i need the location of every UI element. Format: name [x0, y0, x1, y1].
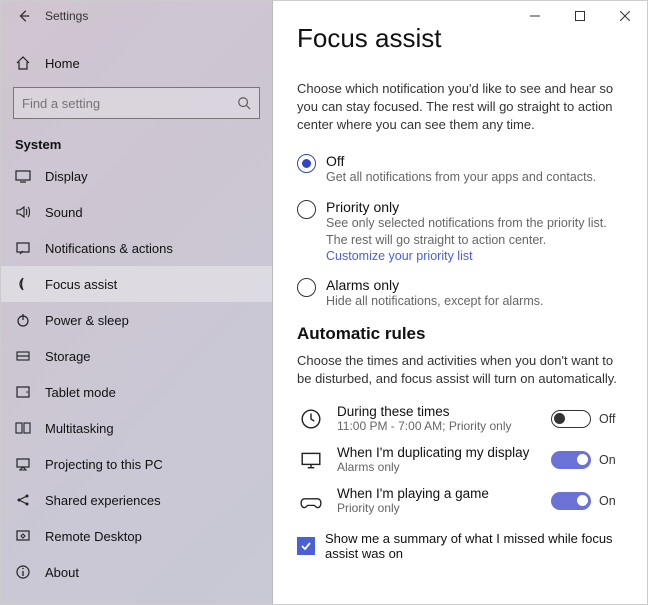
rules-header: Automatic rules — [297, 324, 623, 344]
radio-off[interactable]: Off Get all notifications from your apps… — [297, 153, 623, 186]
close-icon — [620, 11, 630, 21]
sidebar-item-label: Remote Desktop — [45, 529, 142, 544]
rules-desc: Choose the times and activities when you… — [297, 352, 623, 388]
toggle-state: On — [599, 453, 623, 467]
sidebar-item-label: Storage — [45, 349, 91, 364]
rule-sub: Alarms only — [337, 460, 539, 474]
sidebar-item-storage[interactable]: Storage — [1, 338, 272, 374]
rule-sub: 11:00 PM - 7:00 AM; Priority only — [337, 419, 539, 433]
sidebar-item-label: Focus assist — [45, 277, 117, 292]
monitor-icon — [297, 449, 325, 471]
sidebar-item-sound[interactable]: Sound — [1, 194, 272, 230]
radio-priority[interactable]: Priority only See only selected notifica… — [297, 199, 623, 263]
close-button[interactable] — [602, 1, 647, 31]
window-title: Settings — [45, 9, 88, 23]
power-icon — [15, 312, 31, 328]
sidebar-item-label: Projecting to this PC — [45, 457, 163, 472]
home-icon — [15, 55, 31, 71]
rule-title: During these times — [337, 404, 539, 419]
radio-icon — [297, 154, 316, 173]
radio-title: Priority only — [326, 199, 623, 215]
sidebar-item-label: Tablet mode — [45, 385, 116, 400]
toggle-state: On — [599, 494, 623, 508]
rule-display[interactable]: When I'm duplicating my display Alarms o… — [297, 439, 623, 480]
search-input[interactable] — [22, 96, 237, 111]
sidebar: Settings Home System Display Sound Notif… — [1, 1, 273, 604]
sidebar-item-multitasking[interactable]: Multitasking — [1, 410, 272, 446]
rule-game-toggle[interactable] — [551, 492, 591, 510]
sidebar-item-projecting[interactable]: Projecting to this PC — [1, 446, 272, 482]
rule-game[interactable]: When I'm playing a game Priority only On — [297, 480, 623, 521]
rule-sub: Priority only — [337, 501, 539, 515]
content-pane: Focus assist Choose which notification y… — [273, 1, 647, 604]
summary-checkbox-row[interactable]: Show me a summary of what I missed while… — [297, 531, 623, 561]
section-header: System — [1, 129, 272, 158]
minimize-icon — [530, 11, 540, 21]
rule-title: When I'm playing a game — [337, 486, 539, 501]
radio-icon — [297, 278, 316, 297]
sidebar-item-label: Shared experiences — [45, 493, 161, 508]
arrow-left-icon — [17, 9, 31, 23]
sidebar-item-display[interactable]: Display — [1, 158, 272, 194]
rule-title: When I'm duplicating my display — [337, 445, 539, 460]
toggle-state: Off — [599, 412, 623, 426]
page-intro: Choose which notification you'd like to … — [297, 80, 623, 135]
back-button[interactable] — [9, 1, 39, 31]
home-label: Home — [45, 56, 80, 71]
sidebar-item-tablet[interactable]: Tablet mode — [1, 374, 272, 410]
radio-sub: See only selected notifications from the… — [326, 215, 623, 249]
radio-title: Alarms only — [326, 277, 543, 293]
sidebar-item-power[interactable]: Power & sleep — [1, 302, 272, 338]
rule-display-toggle[interactable] — [551, 451, 591, 469]
radio-sub: Hide all notifications, except for alarm… — [326, 293, 543, 310]
projecting-icon — [15, 456, 31, 472]
sidebar-item-notifications[interactable]: Notifications & actions — [1, 230, 272, 266]
multitasking-icon — [15, 420, 31, 436]
rule-times-toggle[interactable] — [551, 410, 591, 428]
tablet-icon — [15, 384, 31, 400]
about-icon — [15, 564, 31, 580]
storage-icon — [15, 348, 31, 364]
sound-icon — [15, 204, 31, 220]
search-icon — [237, 96, 251, 110]
window-controls — [512, 1, 647, 31]
search-box[interactable] — [13, 87, 260, 119]
sidebar-item-remote[interactable]: Remote Desktop — [1, 518, 272, 554]
clock-icon — [297, 408, 325, 430]
rule-times[interactable]: During these times 11:00 PM - 7:00 AM; P… — [297, 398, 623, 439]
remote-icon — [15, 528, 31, 544]
radio-sub: Get all notifications from your apps and… — [326, 169, 596, 186]
shared-icon — [15, 492, 31, 508]
game-icon — [297, 490, 325, 512]
sidebar-item-about[interactable]: About — [1, 554, 272, 590]
sidebar-item-label: Display — [45, 169, 88, 184]
maximize-icon — [575, 11, 585, 21]
home-nav[interactable]: Home — [1, 45, 272, 81]
sidebar-item-label: Notifications & actions — [45, 241, 173, 256]
sidebar-item-shared[interactable]: Shared experiences — [1, 482, 272, 518]
sidebar-item-label: Multitasking — [45, 421, 114, 436]
radio-icon — [297, 200, 316, 219]
radio-title: Off — [326, 153, 596, 169]
radio-alarms[interactable]: Alarms only Hide all notifications, exce… — [297, 277, 623, 310]
sidebar-item-focus-assist[interactable]: Focus assist — [1, 266, 272, 302]
display-icon — [15, 168, 31, 184]
minimize-button[interactable] — [512, 1, 557, 31]
sidebar-item-label: Power & sleep — [45, 313, 129, 328]
summary-label: Show me a summary of what I missed while… — [325, 531, 623, 561]
sidebar-item-label: About — [45, 565, 79, 580]
sidebar-item-label: Sound — [45, 205, 83, 220]
notifications-icon — [15, 240, 31, 256]
checkbox-checked-icon — [297, 537, 315, 555]
focus-assist-icon — [15, 276, 31, 292]
maximize-button[interactable] — [557, 1, 602, 31]
customize-priority-link[interactable]: Customize your priority list — [326, 249, 623, 263]
